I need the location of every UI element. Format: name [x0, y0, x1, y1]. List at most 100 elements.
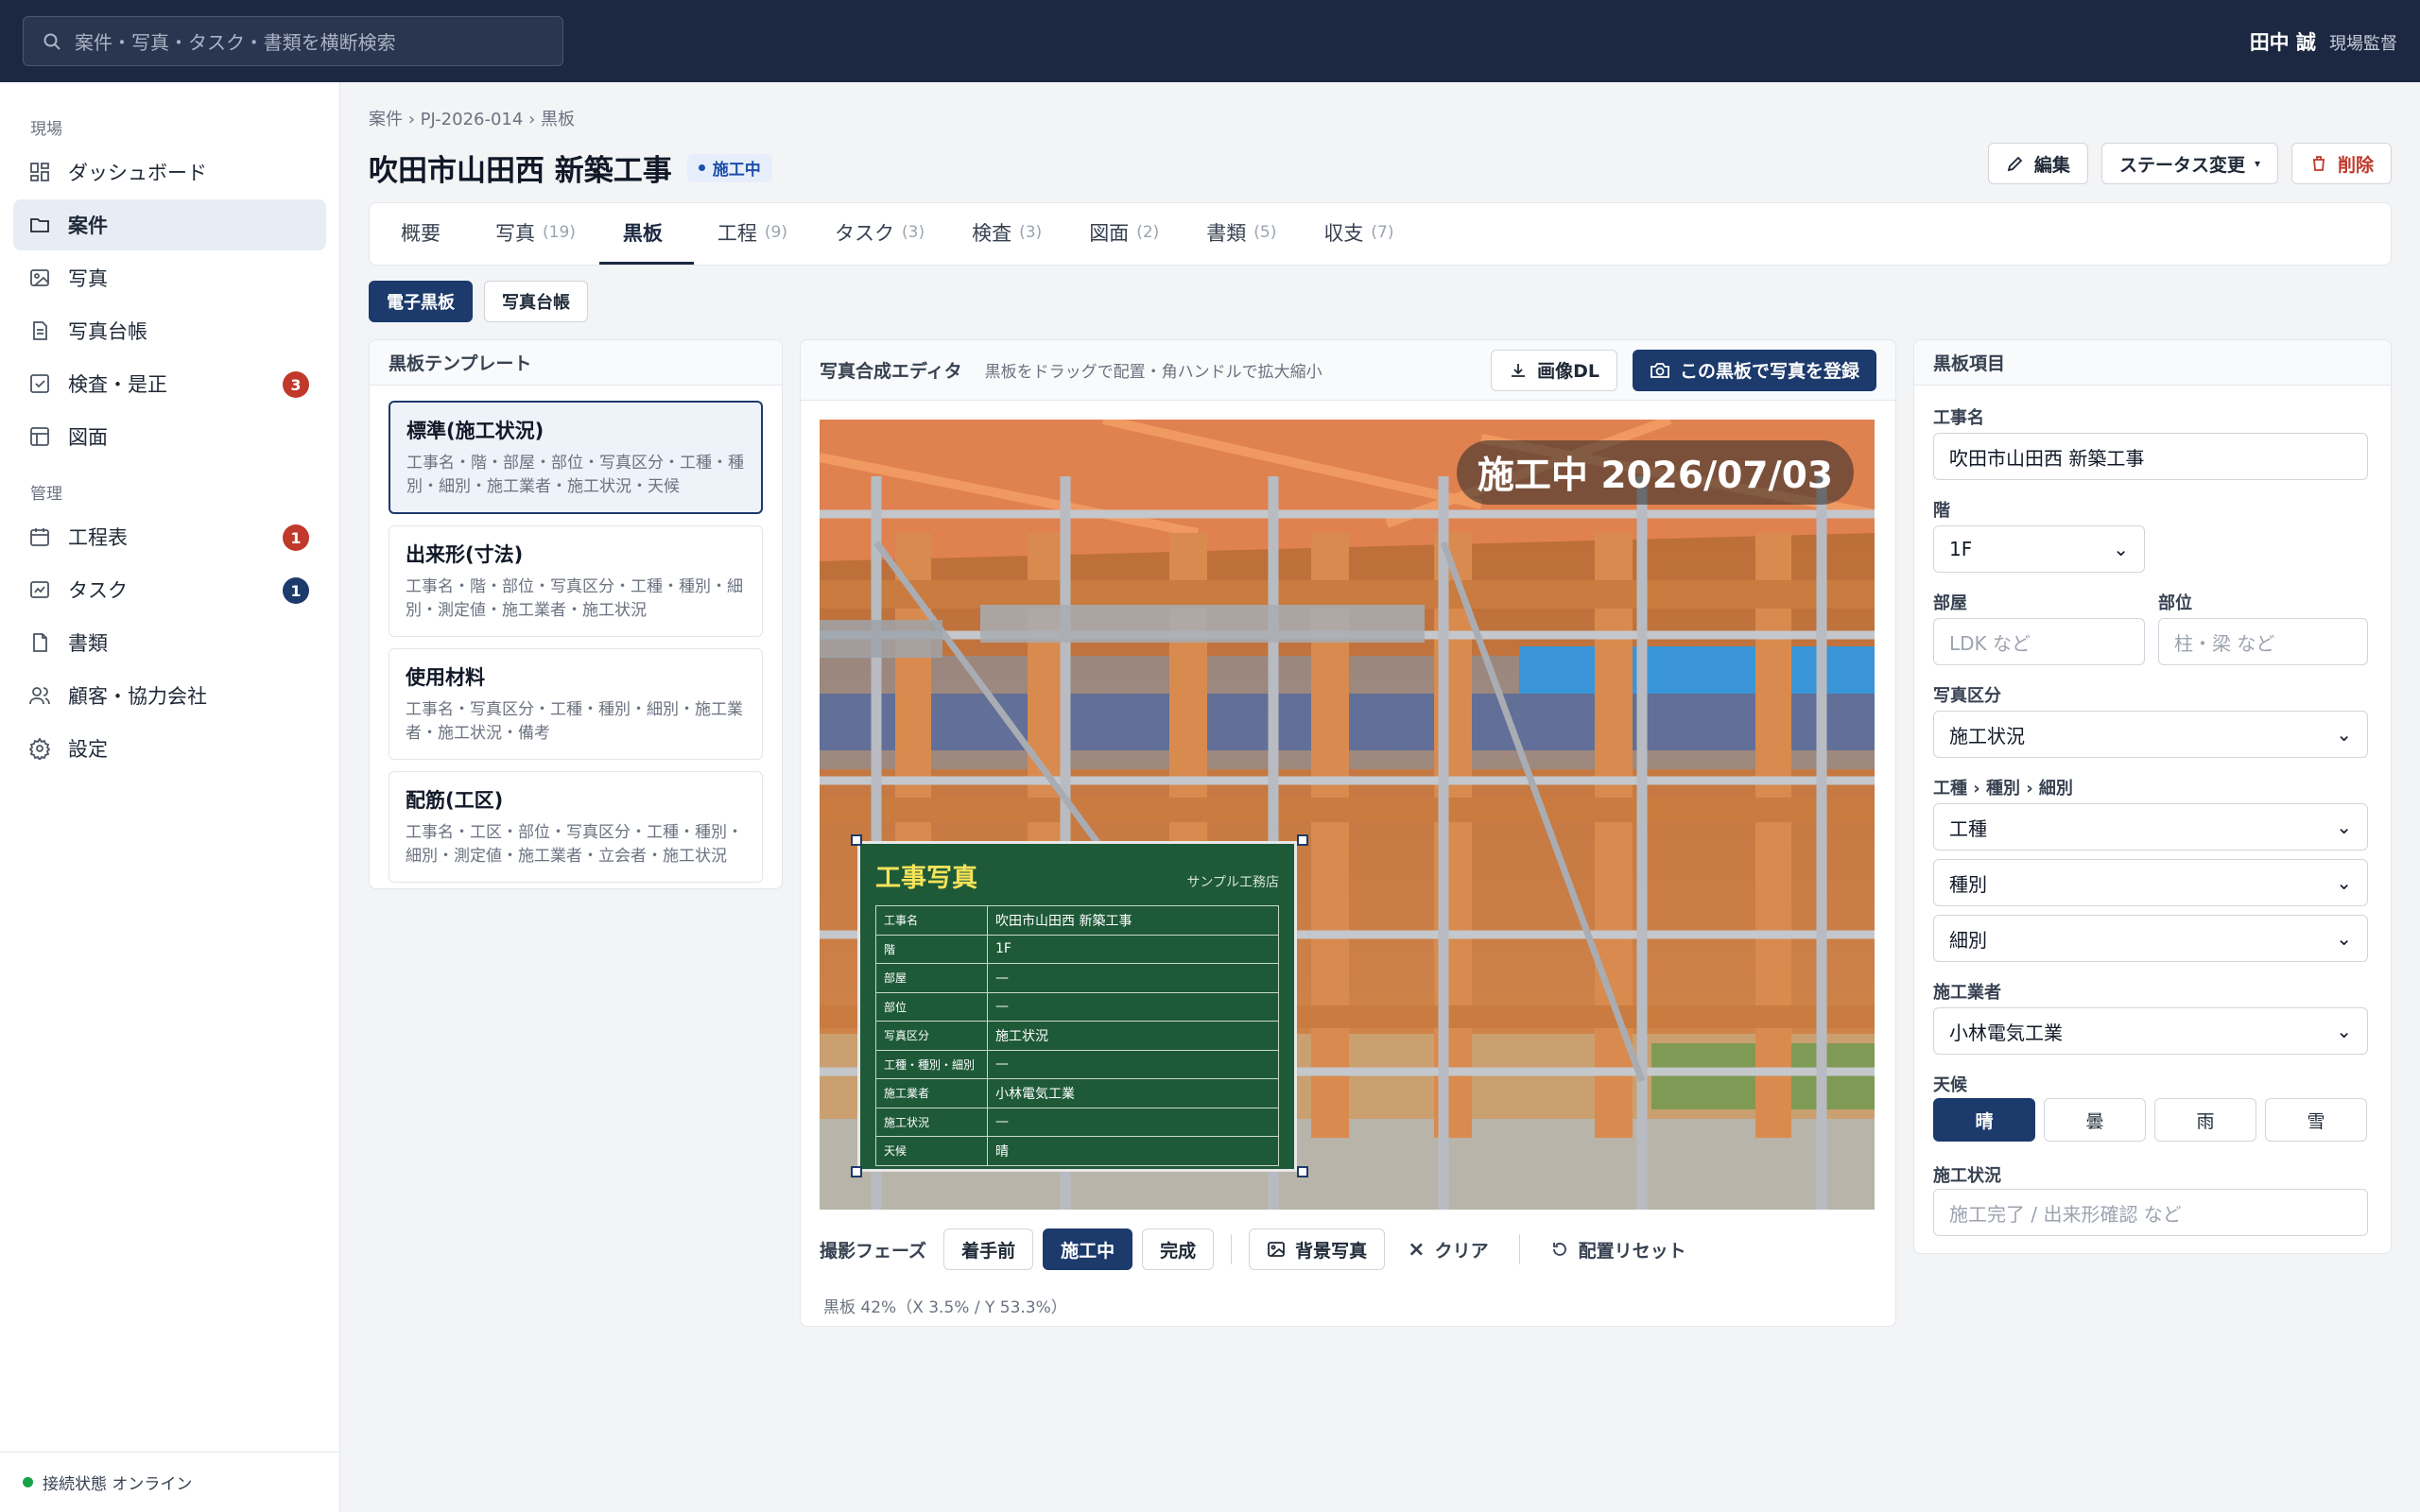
sidebar-item-clients[interactable]: 顧客・協力会社 — [13, 670, 326, 721]
tab-documents[interactable]: 書類 (5) — [1183, 203, 1300, 265]
status-change-button[interactable]: ステータス変更 ▾ — [2100, 143, 2278, 184]
clear-button[interactable]: × クリア — [1394, 1228, 1501, 1270]
sidebar-item-label: 設定 — [68, 738, 108, 761]
blackboard-key: 写真区分 — [875, 1021, 988, 1051]
blackboard-key: 天候 — [875, 1136, 988, 1166]
status-label: 施工中 — [712, 161, 761, 180]
layout-icon — [30, 427, 49, 446]
sidebar-item-tasks[interactable]: タスク 1 — [13, 564, 326, 615]
photo-category-select[interactable]: 施工状況 ⌄ — [1933, 711, 2368, 758]
sidebar-item-projects[interactable]: 案件 — [13, 199, 326, 250]
delete-label: 削除 — [2337, 154, 2374, 176]
sidebar-item-photo-ledger[interactable]: 写真台帳 — [13, 305, 326, 356]
register-photo-button[interactable]: この黒板で写真を登録 — [1632, 349, 1876, 391]
field-label: 部屋 — [1933, 593, 1967, 613]
blackboard-row: 階 1F — [875, 934, 1279, 964]
weather-cloudy-button[interactable]: 曇 — [2044, 1098, 2146, 1142]
tab-label: 収支 — [1323, 222, 1364, 245]
tab-count: (3) — [1019, 223, 1043, 242]
template-name: 出来形(寸法) — [406, 543, 524, 566]
work-kind-select[interactable]: 種別 ⌄ — [1933, 859, 2368, 906]
template-panel: 黒板テンプレート 標準(施工状況) 工事名・階・部屋・部位・写真区分・工種・種別… — [369, 339, 783, 889]
project-name-input[interactable]: 吹田市山田西 新築工事 — [1933, 433, 2368, 480]
phase-label: 撮影フェーズ — [820, 1240, 927, 1262]
tab-label: 図面 — [1089, 222, 1130, 245]
resize-handle-bottom-right[interactable] — [1297, 1166, 1308, 1177]
floor-select[interactable]: 1F ⌄ — [1933, 525, 2145, 573]
status-badge: 施工中 — [686, 153, 772, 182]
room-input[interactable]: LDK など — [1933, 618, 2145, 665]
resize-handle-top-right[interactable] — [1297, 834, 1308, 846]
sidebar-item-inspection[interactable]: 検査・是正 3 — [13, 358, 326, 409]
subtab-photo-ledger[interactable]: 写真台帳 — [484, 281, 588, 322]
tab-photos[interactable]: 写真 (19) — [472, 203, 599, 265]
weather-snow-button[interactable]: 雪 — [2265, 1098, 2367, 1142]
sidebar-item-label: 書類 — [68, 632, 108, 655]
sidebar-section-site: 現場 — [30, 120, 62, 139]
divider — [1518, 1234, 1520, 1264]
tab-blackboard[interactable]: 黒板 — [598, 203, 694, 265]
delete-button[interactable]: 削除 — [2290, 143, 2392, 184]
breadcrumb-projects[interactable]: 案件 — [369, 110, 403, 129]
blackboard-value: 吹田市山田西 新築工事 — [987, 905, 1279, 936]
sidebar-item-drawings[interactable]: 図面 — [13, 411, 326, 462]
work-status-input[interactable]: 施工完了 / 出来形確認 など — [1933, 1189, 2368, 1236]
subtab-blackboard[interactable]: 電子黒板 — [369, 281, 473, 322]
resize-handle-bottom-left[interactable] — [851, 1166, 862, 1177]
work-type-select[interactable]: 工種 ⌄ — [1933, 803, 2368, 850]
tab-tasks[interactable]: タスク (3) — [811, 203, 948, 265]
sidebar-item-photos[interactable]: 写真 — [13, 252, 326, 303]
photo-canvas[interactable]: 施工中 2026/07/03 工事写真 サンプル工務店 工事名 吹田市山田西 新築… — [820, 420, 1875, 1210]
image-icon — [1268, 1242, 1286, 1257]
register-label: この黒板で写真を登録 — [1679, 361, 1859, 382]
template-card[interactable]: 標準(施工状況) 工事名・階・部屋・部位・写真区分・工種・種別・細別・施工業者・… — [389, 401, 763, 514]
tab-process[interactable]: 工程 (9) — [694, 203, 811, 265]
resize-handle-top-left[interactable] — [851, 834, 862, 846]
blackboard-table: 工事名 吹田市山田西 新築工事 階 1F 部屋 — 部位 — 写真区分 施工状況 工種・種… — [875, 905, 1279, 1166]
template-card[interactable]: 配筋(工区) 工事名・工区・部位・写真区分・工種・種別・細別・測定値・施工業者・… — [389, 771, 763, 883]
chevron-down-icon: ⌄ — [2336, 927, 2352, 950]
tab-overview[interactable]: 概要 — [377, 203, 472, 265]
sidebar-item-documents[interactable]: 書類 — [13, 617, 326, 668]
pencil-icon — [2007, 156, 2023, 172]
sidebar-item-label: ダッシュボード — [68, 162, 207, 184]
weather-rain-button[interactable]: 雨 — [2154, 1098, 2256, 1142]
template-card[interactable]: 使用材料 工事名・写真区分・工種・種別・細別・施工業者・施工状況・備考 — [389, 648, 763, 760]
background-photo-button[interactable]: 背景写真 — [1249, 1228, 1386, 1270]
template-card[interactable]: 出来形(寸法) 工事名・階・部位・写真区分・工種・種別・細別・測定値・施工業者・… — [389, 525, 763, 637]
work-detail-select[interactable]: 細別 ⌄ — [1933, 915, 2368, 962]
breadcrumb-project-id[interactable]: PJ-2026-014 — [421, 110, 524, 129]
blackboard-overlay[interactable]: 工事写真 サンプル工務店 工事名 吹田市山田西 新築工事 階 1F 部屋 — 部位 — … — [857, 841, 1297, 1172]
blackboard-row: 写真区分 施工状況 — [875, 1021, 1279, 1051]
weather-sunny-button[interactable]: 晴 — [1933, 1098, 2035, 1142]
tab-label: 概要 — [401, 222, 441, 245]
search-input[interactable]: 案件・写真・タスク・書類を横断検索 — [23, 16, 563, 66]
phase-during-button[interactable]: 施工中 — [1043, 1228, 1133, 1270]
sidebar-item-schedule[interactable]: 工程表 1 — [13, 511, 326, 562]
template-desc: 工事名・階・部位・写真区分・工種・種別・細別・測定値・施工業者・施工状況 — [406, 577, 743, 620]
phase-done-button[interactable]: 完成 — [1142, 1228, 1215, 1270]
chevron-down-icon: ⌄ — [2113, 538, 2129, 560]
edit-button[interactable]: 編集 — [1987, 143, 2088, 184]
part-input[interactable]: 柱・梁 など — [2158, 618, 2368, 665]
tab-finance[interactable]: 収支 (7) — [1300, 203, 1417, 265]
tab-inspection[interactable]: 検査 (3) — [948, 203, 1065, 265]
download-image-button[interactable]: 画像DL — [1491, 349, 1617, 391]
reset-layout-button[interactable]: 配置リセット — [1537, 1228, 1700, 1270]
sidebar-item-label: タスク — [68, 579, 128, 602]
sidebar-item-dashboard[interactable]: ダッシュボード — [13, 146, 326, 198]
phase-before-button[interactable]: 着手前 — [943, 1228, 1034, 1270]
chevron-down-icon: ⌄ — [2336, 871, 2352, 894]
tab-drawings[interactable]: 図面 (2) — [1065, 203, 1183, 265]
search-placeholder: 案件・写真・タスク・書類を横断検索 — [75, 31, 396, 54]
template-desc: 工事名・写真区分・工種・種別・細別・施工業者・施工状況・備考 — [406, 700, 743, 743]
blackboard-key: 工種・種別・細別 — [875, 1049, 988, 1079]
breadcrumb-current: 黒板 — [541, 110, 575, 129]
editor-hint: 黒板をドラッグで配置・角ハンドルで拡大縮小 — [984, 363, 1322, 382]
user-menu[interactable]: 田中 誠 現場監督 — [2250, 27, 2397, 56]
template-name: 使用材料 — [406, 666, 485, 689]
edit-label: 編集 — [2033, 154, 2070, 176]
contractor-select[interactable]: 小林電気工業 ⌄ — [1933, 1007, 2368, 1055]
count-badge: 3 — [283, 371, 309, 398]
sidebar-item-settings[interactable]: 設定 — [13, 723, 326, 774]
